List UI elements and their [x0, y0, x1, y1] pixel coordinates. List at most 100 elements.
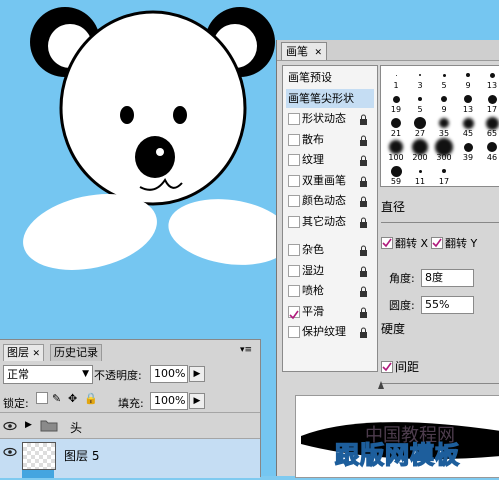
- brush-tip[interactable]: 100: [384, 140, 408, 164]
- setting-checkbox[interactable]: [288, 326, 300, 338]
- angle-label: 角度:: [389, 272, 415, 285]
- brush-tip[interactable]: 17: [480, 92, 499, 116]
- brush-setting-item[interactable]: 保护纹理: [286, 322, 374, 341]
- brush-tip[interactable]: 39: [456, 140, 480, 164]
- flip-x-checkbox[interactable]: [381, 237, 393, 249]
- setting-checkbox[interactable]: [288, 174, 300, 187]
- brush-setting-item[interactable]: 颜色动态: [286, 191, 374, 210]
- brush-tip[interactable]: 27: [408, 116, 432, 140]
- setting-checkbox[interactable]: [288, 215, 300, 228]
- lock-icon[interactable]: [359, 194, 368, 207]
- tab-brush[interactable]: 画笔 ✕: [281, 42, 328, 60]
- roundness-input[interactable]: 55%: [421, 296, 474, 314]
- setting-checkbox[interactable]: [288, 305, 300, 319]
- lock-icon[interactable]: [359, 305, 368, 318]
- move-lock-icon[interactable]: ✥: [68, 392, 77, 405]
- layer-row-group[interactable]: ▶ 头: [0, 412, 260, 439]
- opacity-arrow-button[interactable]: ▶: [189, 366, 205, 382]
- lock-transparent-icon[interactable]: [36, 392, 48, 404]
- setting-checkbox[interactable]: [288, 113, 300, 125]
- setting-checkbox[interactable]: [288, 285, 300, 297]
- lock-icon[interactable]: [359, 153, 368, 166]
- eye-icon[interactable]: [3, 445, 17, 459]
- lock-icon[interactable]: [359, 133, 368, 146]
- hardness-label: 硬度: [381, 322, 406, 336]
- brush-setting-item[interactable]: 喷枪: [286, 281, 374, 300]
- spacing-slider-thumb[interactable]: [378, 379, 384, 389]
- brush-tip[interactable]: 46: [480, 140, 499, 164]
- brush-tip-shape: [418, 97, 422, 101]
- brush-tip[interactable]: 9: [432, 92, 456, 116]
- lock-icon[interactable]: [359, 325, 368, 338]
- brush-setting-item[interactable]: 画笔预设: [286, 68, 374, 87]
- close-icon[interactable]: ✕: [315, 48, 323, 58]
- brush-setting-item[interactable]: 杂色: [286, 240, 374, 259]
- brush-setting-item[interactable]: 散布: [286, 130, 374, 149]
- brush-tip[interactable]: 45: [456, 116, 480, 140]
- lock-all-icon[interactable]: 🔒: [84, 392, 98, 405]
- tab-history[interactable]: 历史记录: [50, 344, 102, 361]
- brush-setting-item[interactable]: 湿边: [286, 261, 374, 280]
- brush-lock-icon[interactable]: ✎: [52, 392, 61, 405]
- brush-tip[interactable]: 9: [456, 68, 480, 92]
- setting-checkbox[interactable]: [288, 264, 300, 277]
- setting-checkbox[interactable]: [288, 195, 300, 207]
- diameter-slider[interactable]: [381, 222, 499, 223]
- brush-tip[interactable]: 13: [456, 92, 480, 116]
- brush-tip[interactable]: 1: [384, 68, 408, 92]
- brush-setting-item[interactable]: 平滑: [286, 302, 374, 321]
- roundness-label: 圆度:: [389, 299, 415, 312]
- setting-checkbox[interactable]: [288, 133, 300, 146]
- brush-tip[interactable]: 5: [432, 68, 456, 92]
- brush-setting-item[interactable]: 其它动态: [286, 212, 374, 231]
- lock-icon[interactable]: [359, 284, 368, 297]
- layer-row-selected[interactable]: 图层 5: [0, 438, 260, 478]
- brush-tip-grid: 1 3 5 9 13 19 5 9 13 17 21 27 35 45 65 100 200 300 39 46 59 1…: [380, 65, 499, 187]
- brush-tip[interactable]: 3: [408, 68, 432, 92]
- brush-setting-item[interactable]: 双重画笔: [286, 171, 374, 190]
- brush-tip[interactable]: 17: [432, 164, 456, 186]
- brush-tip[interactable]: 300: [432, 138, 456, 164]
- spacing-checkbox[interactable]: [381, 361, 393, 373]
- tab-history-label: 历史记录: [54, 346, 98, 359]
- close-icon[interactable]: ✕: [33, 349, 41, 359]
- opacity-input[interactable]: 100%: [150, 365, 188, 383]
- lock-icon[interactable]: [359, 112, 368, 125]
- brush-tip[interactable]: 21: [384, 116, 408, 140]
- spacing-slider[interactable]: [381, 383, 499, 384]
- brush-tip-shape: [389, 140, 403, 154]
- lock-icon[interactable]: [359, 174, 368, 187]
- setting-label: 纹理: [302, 153, 324, 166]
- lock-icon[interactable]: [359, 264, 368, 277]
- brush-tip[interactable]: 13: [480, 68, 499, 92]
- flip-y-checkbox[interactable]: [431, 237, 443, 249]
- setting-label: 喷枪: [302, 284, 324, 297]
- brush-tip[interactable]: 59: [384, 164, 408, 186]
- blend-mode-select[interactable]: 正常 ▼: [3, 365, 93, 384]
- eye-icon[interactable]: [3, 419, 17, 433]
- brush-tip[interactable]: 11: [408, 164, 432, 186]
- brush-setting-item[interactable]: 纹理: [286, 150, 374, 169]
- panel-menu-icon[interactable]: ▾≡: [240, 345, 252, 355]
- lock-icon[interactable]: [359, 243, 368, 256]
- brush-tip-shape: [442, 169, 446, 173]
- brush-tip-shape: [489, 72, 495, 78]
- angle-input[interactable]: 8度: [421, 269, 474, 287]
- brush-setting-item[interactable]: 画笔笔尖形状: [286, 88, 374, 108]
- fill-input[interactable]: 100%: [150, 392, 188, 410]
- brush-setting-item[interactable]: 形状动态: [286, 109, 374, 128]
- brush-tip[interactable]: 5: [408, 92, 432, 116]
- setting-label: 湿边: [302, 263, 324, 277]
- fill-arrow-button[interactable]: ▶: [189, 393, 205, 409]
- expand-arrow-icon[interactable]: ▶: [25, 420, 32, 430]
- tab-layers[interactable]: 图层 ✕: [3, 344, 45, 361]
- brush-tip[interactable]: 19: [384, 92, 408, 116]
- brush-tip[interactable]: 65: [480, 116, 499, 140]
- setting-checkbox[interactable]: [288, 154, 300, 166]
- brush-tip-shape: [419, 74, 421, 76]
- brush-tip[interactable]: 35: [432, 116, 456, 140]
- setting-checkbox[interactable]: [288, 244, 300, 256]
- setting-label: 其它动态: [302, 214, 346, 228]
- brush-tip[interactable]: 200: [408, 139, 432, 164]
- lock-icon[interactable]: [359, 215, 368, 228]
